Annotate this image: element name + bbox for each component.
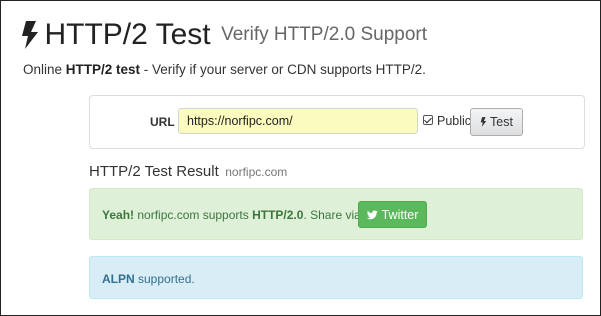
success-message: Yeah! norfipc.com supports HTTP/2.0. Sha…: [102, 208, 364, 222]
twitter-bird-icon: [366, 209, 378, 219]
info-rest: supported.: [134, 272, 195, 286]
success-alert: Yeah! norfipc.com supports HTTP/2.0. Sha…: [89, 188, 583, 240]
tagline-prefix: Online: [23, 62, 66, 77]
tagline-rest: - Verify if your server or CDN supports …: [140, 62, 426, 77]
success-share: . Share via:: [303, 208, 365, 222]
result-host: norfipc.com: [225, 165, 288, 179]
success-lead: Yeah!: [102, 208, 135, 222]
url-input[interactable]: [178, 108, 418, 134]
tagline: Online HTTP/2 test - Verify if your serv…: [23, 62, 426, 77]
twitter-share-button[interactable]: Twitter: [358, 201, 427, 228]
public-label: Public: [437, 114, 472, 128]
twitter-button-label: Twitter: [381, 207, 419, 222]
success-host: norfipc.com supports: [134, 208, 253, 222]
info-message: ALPN supported.: [102, 272, 195, 286]
url-label: URL: [150, 115, 175, 129]
bolt-icon: [22, 21, 38, 49]
page-subtitle: Verify HTTP/2.0 Support: [221, 24, 427, 45]
result-heading: HTTP/2 Test Result norfipc.com: [89, 163, 287, 181]
test-form-panel: URL Public Test: [89, 95, 585, 149]
info-lead: ALPN: [102, 272, 135, 286]
public-checkbox[interactable]: [423, 115, 433, 125]
test-button[interactable]: Test: [470, 108, 523, 136]
tagline-bold: HTTP/2 test: [65, 62, 141, 77]
success-protocol: HTTP/2.0: [252, 208, 304, 222]
info-alert: ALPN supported.: [89, 256, 583, 299]
result-title: HTTP/2 Test Result: [89, 163, 219, 180]
page-header: HTTP/2 Test Verify HTTP/2.0 Support: [20, 18, 427, 52]
test-button-label: Test: [490, 115, 513, 129]
page-title: HTTP/2 Test: [44, 18, 211, 51]
bolt-icon: [480, 117, 487, 127]
